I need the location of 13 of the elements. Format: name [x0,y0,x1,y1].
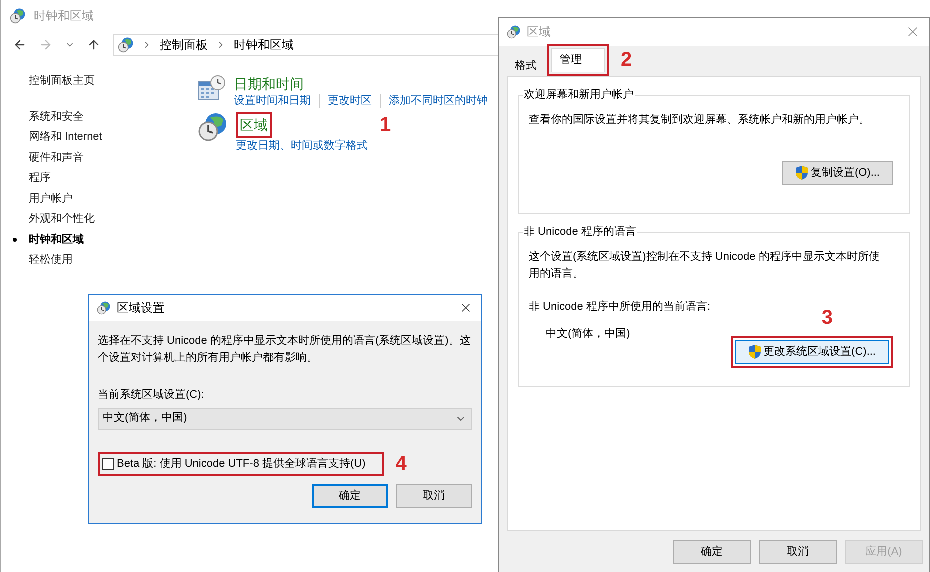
step-number: 4 [396,454,407,474]
field-label: 当前系统区域设置(C): [98,388,206,403]
group-description: 这个设置(系统区域设置)控制在不支持 Unicode 的程序中显示文本时所使用的语言。 [529,250,881,282]
window-title: 时钟和区域 [34,8,94,25]
current-language-label: 非 Unicode 程序中所使用的当前语言: [529,300,712,315]
dialog-title: 区域 [527,24,552,41]
step-number: 1 [380,114,392,134]
dialog-title: 区域设置 [117,300,166,317]
current-language: 中文(简体，中国) [546,326,632,342]
group-description: 查看你的国际设置并将其复制到欢迎屏幕、系统帐户和新的用户帐户。 [529,112,871,128]
dialog-description: 选择在不支持 Unicode 的程序中显示文本时所使用的语言(系统区域设置)。这个设置对计算机上的所有用户帐户都有影响。 [98,334,472,366]
step-number: 2 [621,50,632,70]
step-number: 3 [822,308,833,328]
